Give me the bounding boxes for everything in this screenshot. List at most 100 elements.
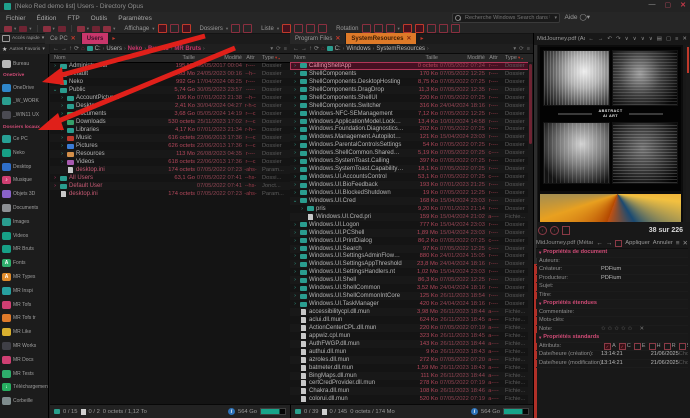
table-row[interactable]: ›Default User07/05/2022 07:41--hs-Jonct.… [50, 182, 290, 190]
prev-page-icon[interactable]: ‹ [538, 226, 547, 235]
table-row[interactable]: ›Libraries4,17 Ko07/01/2023 21:34r-h--Do… [50, 126, 290, 134]
sidebar-item-mr-like[interactable]: MR Like [0, 325, 48, 339]
close-tab-icon[interactable]: ✕ [406, 35, 411, 42]
affichage-label[interactable]: Affichage [124, 26, 149, 32]
sidebar-item-mr-tests[interactable]: MR Tests [0, 367, 48, 381]
column-header-attr[interactable]: Attr [485, 55, 502, 61]
table-row[interactable]: ›Windows.SystemToast.Calling397 Ko07/05/… [290, 157, 533, 165]
sidebar-item-mr-inspi[interactable]: MR Inspi [0, 284, 48, 298]
collapse-icon[interactable]: ⌄ [52, 86, 58, 94]
expand-icon[interactable]: › [59, 126, 65, 134]
tab-users[interactable]: Users [82, 33, 110, 44]
column-header-taille[interactable]: Taille [161, 55, 195, 61]
expand-icon[interactable]: › [59, 134, 65, 142]
meta-forward-icon[interactable]: → [606, 240, 613, 247]
metadata-date-value[interactable]: 21/06/2025 [651, 360, 679, 368]
table-row[interactable]: ›ShellComponents.DragDrop11,3 Ko07/05/20… [290, 86, 533, 94]
meta-menu-icon[interactable]: ≡ [676, 240, 680, 247]
table-row[interactable]: ⌄Windows.UI.Cred168 Ko15/04/2024 23:03r-… [290, 197, 533, 205]
sidebar-item-mr-types[interactable]: AMR Types [0, 270, 48, 284]
attribute-checkbox-a[interactable]: ✓ [604, 343, 611, 350]
column-header-attr[interactable]: Attr [242, 55, 259, 61]
layout-4-icon[interactable] [318, 24, 327, 33]
sidebar-item-fonts[interactable]: AFonts [0, 256, 48, 270]
viewer-menu-icon[interactable]: ≡ [674, 36, 679, 42]
layout-1-icon[interactable] [282, 24, 291, 33]
breadcrumb-segment[interactable]: Users [106, 46, 122, 52]
breadcrumb-segment[interactable]: MR Bruts [174, 46, 201, 52]
up-icon[interactable]: ↑ [69, 46, 72, 52]
tab-program-files[interactable]: Program Files✕ [290, 33, 346, 44]
expand-icon[interactable]: › [292, 300, 298, 308]
expand-icon[interactable]: › [292, 78, 298, 86]
cancel-button[interactable]: Annuler [653, 240, 673, 246]
menu-item-édition[interactable]: Édition [37, 15, 57, 22]
metadata-value[interactable]: PDFium [601, 266, 621, 274]
menu-item-outils[interactable]: Outils [91, 15, 108, 22]
breadcrumb-refresh-icon[interactable]: ⟳ [276, 46, 281, 52]
table-row[interactable]: ›Windows.UI.ShellCommonIntCore125 Ko26/1… [290, 292, 533, 300]
meta-back-icon[interactable]: ← [596, 240, 603, 247]
expand-icon[interactable]: › [59, 118, 65, 126]
copy-icon[interactable] [43, 26, 51, 32]
expand-icon[interactable]: › [292, 118, 298, 126]
table-row[interactable]: ›Administrateur195 Mo06/05/2017 00:04r--… [50, 62, 290, 70]
layout-3-icon[interactable] [306, 24, 315, 33]
disk-info-icon[interactable]: i [471, 408, 478, 415]
metadata-section-header[interactable]: ▾Propriétés standards [536, 334, 688, 343]
view-toggle-3-icon[interactable] [182, 24, 191, 33]
viewer-rotate-right-icon[interactable]: ↷ [615, 36, 622, 42]
breadcrumb-segment[interactable]: Windows [346, 46, 370, 52]
table-row[interactable]: ›Downloads530 octets25/11/2023 17:02r---… [50, 118, 290, 126]
expand-icon[interactable]: › [52, 62, 58, 70]
breadcrumb-segment[interactable]: SystemResources [376, 46, 425, 52]
close-button[interactable]: ✕ [680, 1, 686, 9]
table-row[interactable]: ›Windows.UI.BioFeedback193 Ko07/01/2023 … [290, 181, 533, 189]
table-row[interactable]: ›Windows.Foundation.Diagnostics.ErrorDet… [290, 126, 533, 134]
back-icon[interactable]: ← [53, 46, 59, 52]
help-button[interactable]: Aide ◯▾ [564, 13, 590, 21]
close-tab-icon[interactable]: ✕ [71, 35, 76, 42]
attribute-checkbox-r[interactable] [664, 343, 671, 350]
breadcrumb-segment[interactable]: C: [95, 46, 101, 52]
table-row[interactable]: desktop.ini174 octets07/05/2022 07:23-ah… [50, 166, 290, 174]
expand-icon[interactable]: › [292, 157, 298, 165]
expand-icon[interactable]: › [52, 70, 58, 78]
apply-button[interactable]: Appliquer [625, 240, 650, 246]
expand-icon[interactable]: › [292, 133, 298, 141]
expand-icon[interactable]: › [292, 165, 298, 173]
expand-icon[interactable]: › [292, 141, 298, 149]
pane-equal-icon[interactable] [415, 24, 424, 33]
scrollbar-thumb[interactable] [687, 47, 689, 73]
expand-icon[interactable]: › [292, 102, 298, 110]
expand-icon[interactable]: › [292, 149, 298, 157]
expand-icon[interactable]: › [59, 94, 65, 102]
sidebar-item-corbeille[interactable]: Corbeille [0, 394, 48, 408]
metadata-hint[interactable]: Choisi [679, 360, 688, 368]
sidebar-item-musique[interactable]: ♪Musique [0, 174, 48, 188]
view-toggle-1-icon[interactable] [158, 24, 167, 33]
expand-icon[interactable]: › [59, 102, 65, 110]
column-header-type[interactable]: Type▾▪ [259, 55, 288, 61]
metadata-value[interactable]: PDFium [601, 275, 621, 283]
close-tab-icon[interactable]: ✕ [335, 35, 340, 42]
sidebar-item-mr-tofs[interactable]: MR Tofs [0, 298, 48, 312]
sidebar-item-bureau[interactable]: Bureau [0, 57, 48, 71]
breadcrumb-segment[interactable]: C: [335, 46, 341, 52]
menu-item-ftp[interactable]: FTP [67, 15, 79, 22]
table-row[interactable]: batmeter.dll.mun1,59 Mo26/11/2023 18:43a… [290, 364, 533, 372]
rotate-right-icon[interactable] [374, 24, 383, 33]
home-icon[interactable]: ⌂ [81, 46, 85, 52]
table-row[interactable]: ActionCenterCPL.dll.mun220 Ko07/05/2022 … [290, 324, 533, 332]
favorites-button[interactable]: ★ Autres Favoris ▾ [0, 44, 49, 54]
menu-item-fichier[interactable]: Fichier [6, 15, 26, 22]
expand-icon[interactable]: › [292, 276, 298, 284]
expand-icon[interactable]: › [59, 142, 65, 150]
home-icon[interactable]: ⌂ [321, 46, 325, 52]
viewer-tile-view-icon[interactable]: ▤ [656, 36, 663, 42]
column-header-nom[interactable]: Nom [292, 55, 404, 61]
viewer-rotate-left-icon[interactable]: ↶ [606, 36, 613, 42]
sidebar-item-ce-pc[interactable]: Ce PC [0, 132, 48, 146]
pdf-preview[interactable]: ABSTRACTAI ART [538, 45, 683, 222]
table-row[interactable]: ›Default2,63 Mo24/05/2023 00:16--h--Doss… [50, 70, 290, 78]
